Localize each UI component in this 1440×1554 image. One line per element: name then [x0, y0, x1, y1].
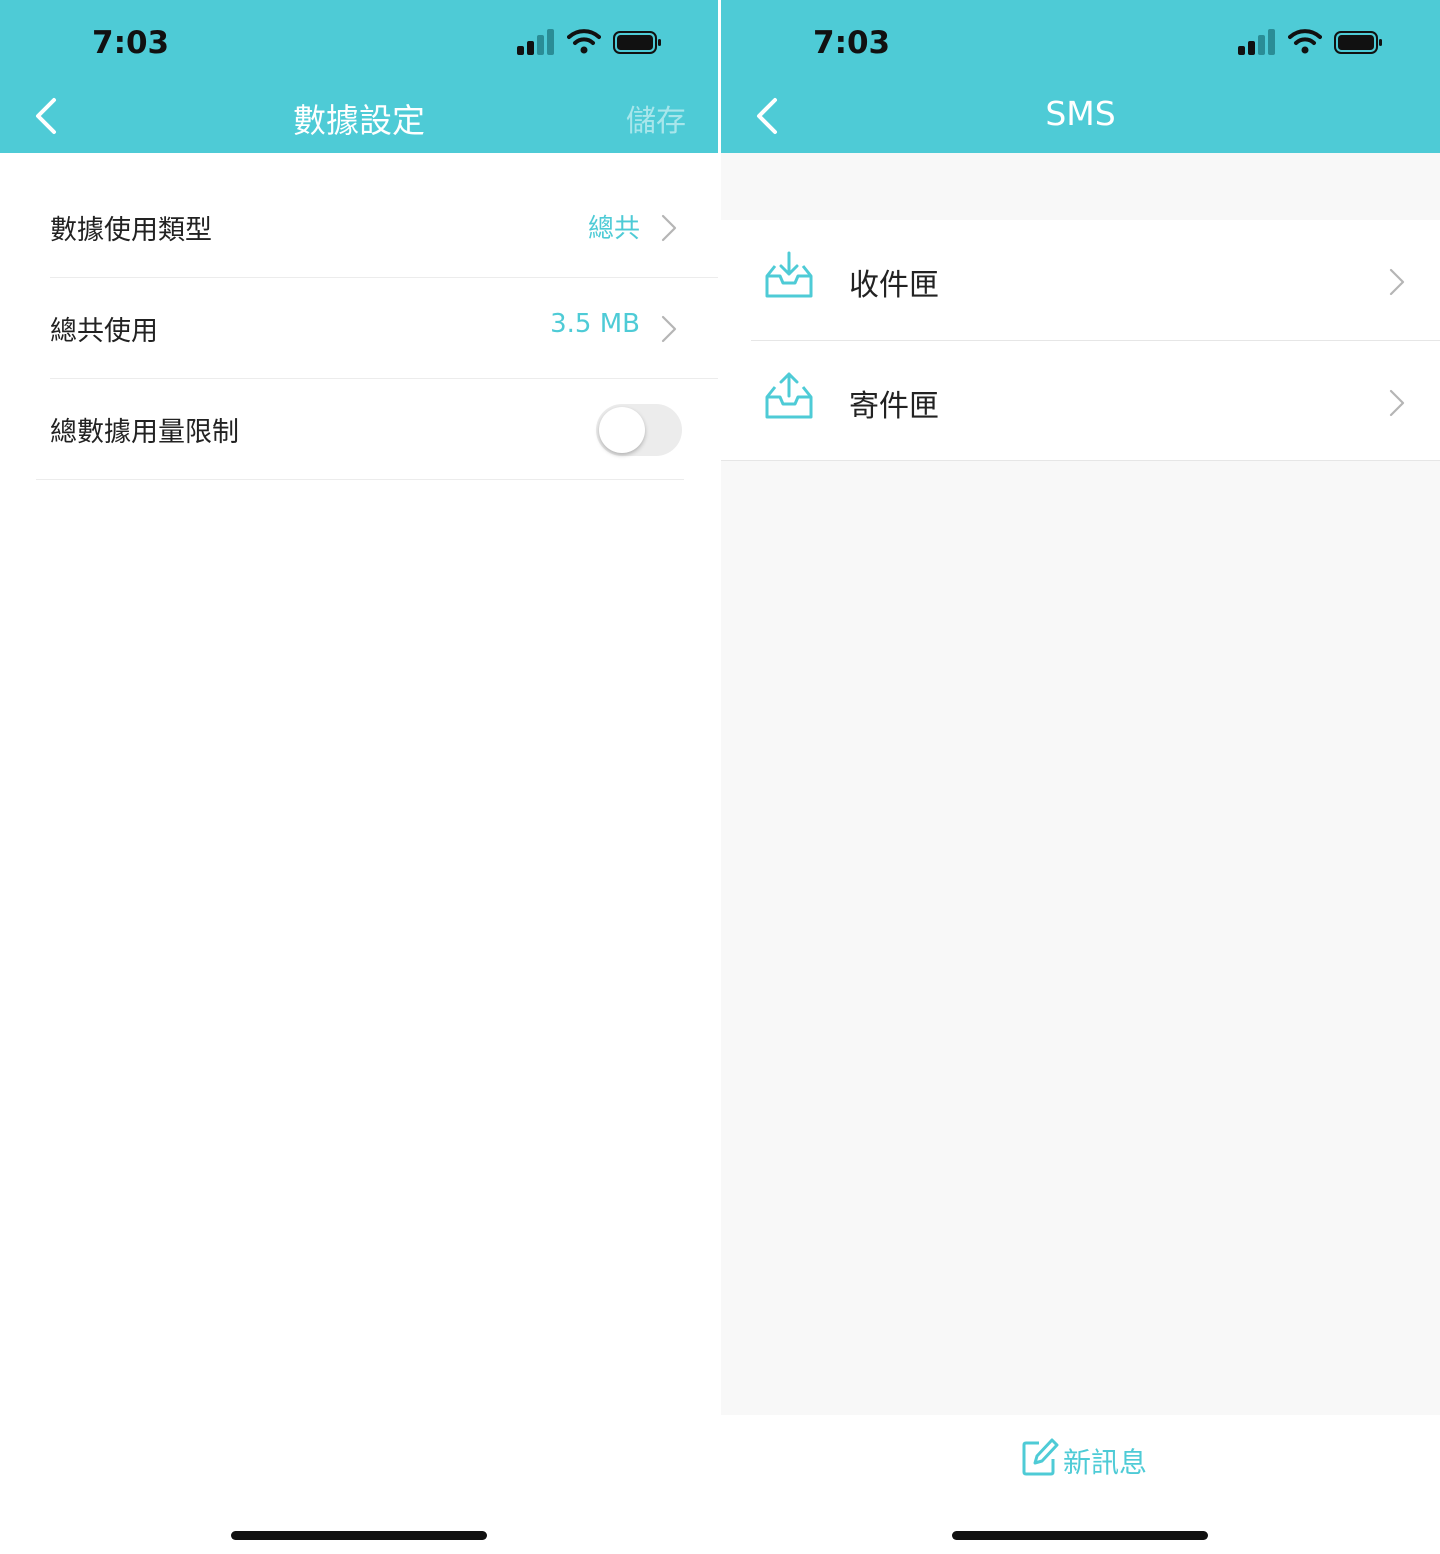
data-usage-type-row[interactable]: 數據使用類型 總共	[50, 178, 718, 278]
sms-screen: 7:03 SMS 收件匣 寄件匣 新訊息	[721, 0, 1440, 1554]
page-title: SMS	[1045, 94, 1116, 133]
outbox-label: 寄件匣	[849, 389, 939, 424]
outbox-row[interactable]: 寄件匣	[721, 341, 1440, 461]
new-message-label: 新訊息	[1063, 1446, 1148, 1479]
save-button[interactable]: 儲存	[626, 96, 686, 140]
data-settings-screen: 7:03 數據設定 儲存 數據使用類型 總共 總共使用 3.5 MB 總數據用量…	[0, 0, 718, 1554]
data-limit-toggle[interactable]	[596, 404, 682, 456]
row-value: 3.5 MB	[550, 309, 640, 339]
nav-header: 7:03	[0, 0, 718, 153]
wifi-icon	[567, 29, 601, 54]
inbox-download-icon	[765, 251, 813, 298]
battery-icon	[613, 31, 661, 54]
mailbox-list: 收件匣 寄件匣	[721, 220, 1440, 461]
total-usage-row[interactable]: 總共使用 3.5 MB	[50, 279, 718, 379]
home-indicator[interactable]	[952, 1531, 1208, 1540]
home-indicator[interactable]	[231, 1531, 487, 1540]
row-label: 總共使用	[50, 316, 158, 347]
inbox-label: 收件匣	[849, 268, 939, 303]
chevron-right-icon	[661, 214, 677, 242]
row-label: 數據使用類型	[50, 215, 212, 246]
inbox-row[interactable]: 收件匣	[721, 220, 1440, 341]
cellular-signal-icon	[517, 27, 557, 55]
toggle-knob	[599, 407, 645, 453]
status-time: 7:03	[92, 25, 170, 61]
wifi-icon	[1288, 29, 1322, 54]
chevron-right-icon	[1389, 389, 1405, 417]
chevron-right-icon	[661, 315, 677, 343]
status-icons	[517, 27, 667, 59]
nav-header: 7:03	[721, 0, 1440, 153]
data-limit-row: 總數據用量限制	[36, 380, 684, 480]
row-label: 總數據用量限制	[50, 417, 239, 448]
cellular-signal-icon	[1238, 27, 1278, 55]
outbox-upload-icon	[765, 372, 813, 419]
row-value: 總共	[587, 214, 640, 244]
status-icons	[1238, 27, 1388, 59]
battery-icon	[1334, 31, 1382, 54]
page-title: 數據設定	[293, 101, 425, 140]
status-time: 7:03	[813, 25, 891, 61]
compose-icon	[1022, 1438, 1059, 1476]
chevron-right-icon	[1389, 268, 1405, 296]
